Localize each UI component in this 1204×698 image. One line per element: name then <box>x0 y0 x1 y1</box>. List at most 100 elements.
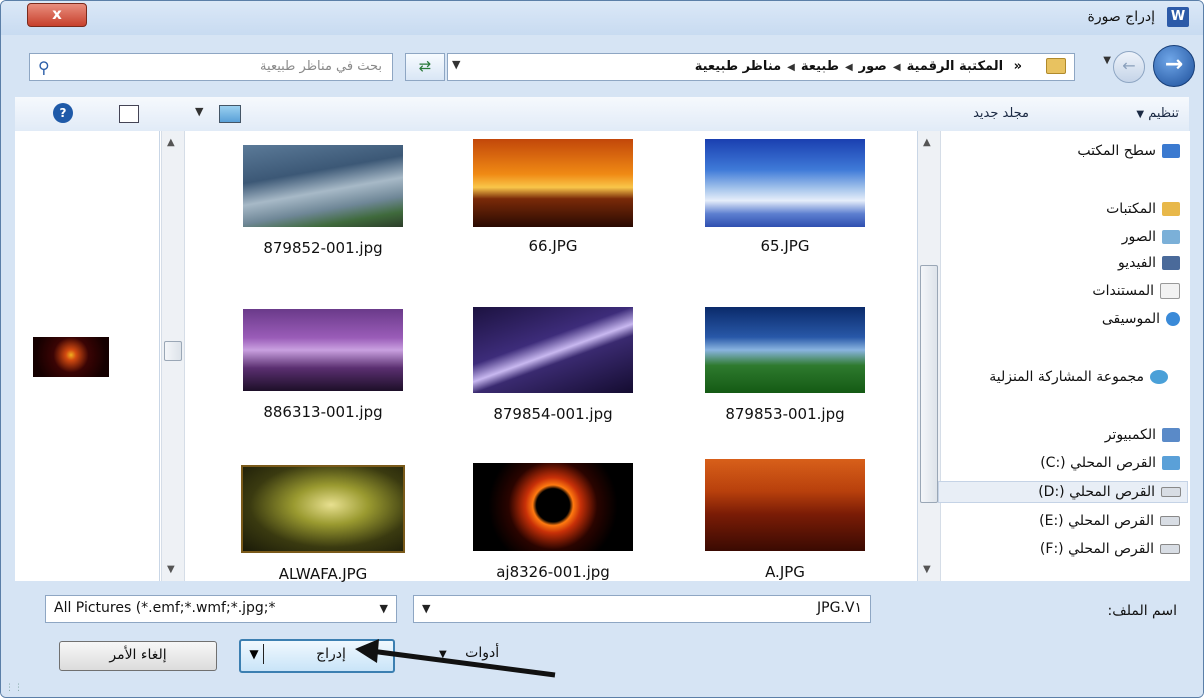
forward-button[interactable]: ← <box>1113 51 1145 83</box>
address-bar[interactable]: ▼ « المكتبة الرقمية ◀ صور ◀ طبيعة ◀ مناظر طبيع… <box>447 53 1075 81</box>
preview-pane-icon[interactable] <box>119 105 139 123</box>
nav-label: القرص المحلي (:F) <box>1039 541 1154 557</box>
nav-item-drive-f[interactable]: القرص المحلي (:F) <box>1040 541 1180 557</box>
chevron-left-icon[interactable]: ◀ <box>787 62 795 73</box>
scrollbar-thumb[interactable] <box>920 265 938 503</box>
file-item[interactable]: ALWAFA.JPG <box>223 465 423 583</box>
refresh-icon: ⇄ <box>418 57 432 75</box>
file-name: aj8326-001.jpg <box>496 563 610 581</box>
history-dropdown-icon[interactable]: ▼ <box>1103 55 1111 66</box>
filename-label: اسم الملف: <box>1107 603 1177 619</box>
drive-icon <box>1162 456 1180 470</box>
file-thumbnail <box>473 463 633 551</box>
nav-item-drive-d[interactable]: القرص المحلي (:D) <box>938 481 1188 503</box>
organize-menu[interactable]: تنظيم ▼ <box>1136 106 1179 121</box>
nav-item-documents[interactable]: المستندات <box>1092 283 1180 299</box>
file-name: 65.JPG <box>760 237 810 255</box>
scrollbar-thumb[interactable] <box>164 341 182 361</box>
breadcrumb-item[interactable]: صور <box>859 59 887 74</box>
file-item[interactable]: 879852-001.jpg <box>223 145 423 257</box>
arrow-head <box>355 639 379 663</box>
file-thumbnail <box>243 145 403 227</box>
help-icon[interactable]: ? <box>53 103 73 123</box>
breadcrumb-item[interactable]: المكتبة الرقمية <box>907 59 1003 74</box>
new-folder-button[interactable]: مجلد جديد <box>973 106 1029 121</box>
change-view-icon[interactable] <box>219 105 241 123</box>
close-button[interactable]: x <box>27 3 87 27</box>
chevron-down-icon[interactable]: ▼ <box>452 58 460 71</box>
breadcrumb-item[interactable]: مناظر طبيعية <box>695 59 781 74</box>
filetype-select[interactable]: All Pictures (*.emf;*.wmf;*.jpg;* ▼ <box>45 595 397 623</box>
nav-label: المكتبات <box>1106 201 1156 217</box>
nav-item-drive-c[interactable]: القرص المحلي (:C) <box>1040 455 1180 471</box>
chevron-down-icon[interactable]: ▼ <box>380 602 388 615</box>
insert-picture-dialog: x إدراج صورة W ⚲ بحث في مناظر طبيعية ⇄ ▼… <box>0 0 1204 698</box>
resize-grip-icon[interactable]: ⋮⋮ <box>5 683 23 693</box>
filename-value: JPG.V١ <box>817 600 862 616</box>
scroll-up-icon[interactable]: ▲ <box>167 137 175 148</box>
file-name: ALWAFA.JPG <box>278 565 368 583</box>
nav-scrollbar[interactable]: ▲ ▼ <box>918 131 941 581</box>
dialog-footer: اسم الملف: JPG.V١ ▼ All Pictures (*.emf;… <box>1 583 1203 697</box>
scroll-down-icon[interactable]: ▼ <box>167 564 175 575</box>
files-scrollbar[interactable]: ▲ ▼ <box>161 131 185 581</box>
file-thumbnail <box>705 459 865 551</box>
file-name: A.JPG <box>765 563 805 581</box>
cancel-button[interactable]: إلغاء الأمر <box>59 641 217 671</box>
nav-label: المستندات <box>1092 283 1154 299</box>
file-thumbnail <box>705 307 865 393</box>
nav-label: الموسيقى <box>1101 311 1160 327</box>
arrow-annotation <box>355 639 556 678</box>
nav-item-computer[interactable]: الكمبيوتر <box>1105 427 1180 443</box>
scroll-up-icon[interactable]: ▲ <box>923 137 931 148</box>
file-grid: 879852-001.jpg 66.JPG 65.JPG 886313-001.… <box>189 131 909 583</box>
nav-item-desktop[interactable]: سطح المكتب <box>1077 143 1180 159</box>
filename-input[interactable]: JPG.V١ ▼ <box>413 595 871 623</box>
chevron-down-icon[interactable]: ▼ <box>245 644 264 664</box>
file-item[interactable]: aj8326-001.jpg <box>453 463 653 581</box>
file-name: 879854-001.jpg <box>493 405 613 423</box>
breadcrumb-item[interactable]: طبيعة <box>801 59 839 74</box>
file-item[interactable]: 879853-001.jpg <box>685 307 885 423</box>
chevron-down-icon[interactable]: ▼ <box>422 602 430 615</box>
computer-icon <box>1162 428 1180 442</box>
search-input[interactable]: ⚲ بحث في مناظر طبيعية <box>29 53 393 81</box>
nav-item-libraries[interactable]: المكتبات <box>1106 201 1180 217</box>
arrow-line <box>370 648 556 678</box>
chevron-down-icon: ▼ <box>1136 109 1145 120</box>
search-placeholder: بحث في مناظر طبيعية <box>260 59 382 74</box>
file-item[interactable]: 65.JPG <box>685 139 885 255</box>
window-title: إدراج صورة <box>1087 9 1155 25</box>
views-dropdown-icon[interactable]: ▼ <box>195 105 203 118</box>
nav-item-pictures[interactable]: الصور <box>1122 229 1180 245</box>
scroll-down-icon[interactable]: ▼ <box>923 564 931 575</box>
nav-label: مجموعة المشاركة المنزلية <box>989 369 1144 385</box>
nav-item-homegroup[interactable]: مجموعة المشاركة المنزلية <box>946 369 1168 385</box>
nav-item-music[interactable]: الموسيقى <box>1102 311 1180 327</box>
drive-icon <box>1160 516 1180 526</box>
search-icon[interactable]: ⚲ <box>38 58 50 77</box>
arrow-left-icon: ← <box>1122 56 1136 75</box>
nav-label: القرص المحلي (:E) <box>1039 513 1154 529</box>
file-item[interactable]: A.JPG <box>685 459 885 581</box>
nav-item-drive-e[interactable]: القرص المحلي (:E) <box>1039 513 1180 529</box>
file-item[interactable]: 886313-001.jpg <box>223 309 423 421</box>
file-thumbnail <box>241 465 405 553</box>
back-button[interactable]: → <box>1153 45 1195 87</box>
breadcrumb-overflow[interactable]: « <box>1014 59 1022 74</box>
file-item[interactable]: 66.JPG <box>453 139 653 255</box>
desktop-icon <box>1162 144 1180 158</box>
nav-item-videos[interactable]: الفيديو <box>1118 255 1180 271</box>
command-toolbar: تنظيم ▼ مجلد جديد ? ▼ <box>15 97 1189 132</box>
chevron-left-icon[interactable]: ◀ <box>893 62 901 73</box>
file-item[interactable]: 879854-001.jpg <box>453 307 653 423</box>
nav-label: الفيديو <box>1118 255 1156 271</box>
word-app-icon: W <box>1167 7 1189 27</box>
file-name: 886313-001.jpg <box>263 403 383 421</box>
refresh-button[interactable]: ⇄ <box>405 53 445 81</box>
navigation-pane: ▲ ▼ سطح المكتب المكتبات الصور الفيديو ال… <box>917 131 1190 581</box>
address-row: ⚲ بحث في مناظر طبيعية ⇄ ▼ « المكتبة الرق… <box>1 41 1203 91</box>
preview-pane <box>15 131 160 581</box>
drive-icon <box>1161 487 1181 497</box>
chevron-left-icon[interactable]: ◀ <box>845 62 853 73</box>
